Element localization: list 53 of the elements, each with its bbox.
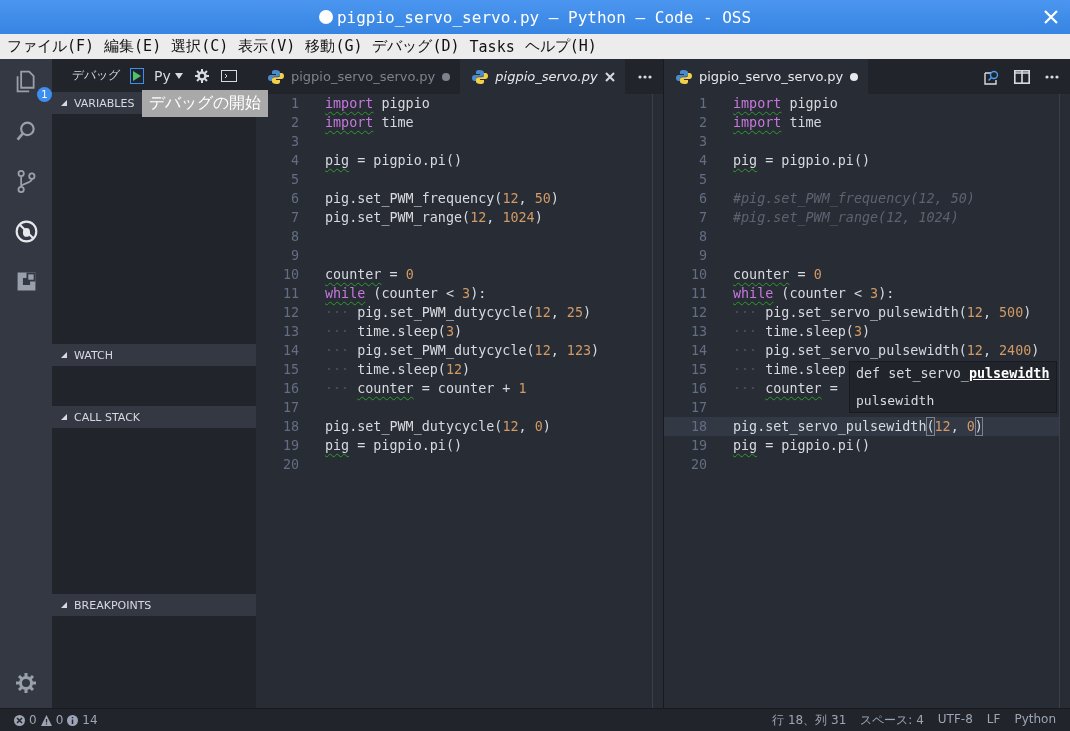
line-number: 2 <box>697 114 708 132</box>
line-number: 15 <box>689 361 708 379</box>
line-number: 20 <box>689 456 708 474</box>
line-number: 1 <box>697 95 708 113</box>
line-number: 7 <box>697 209 708 227</box>
line-number: 19 <box>281 437 300 455</box>
problem-count: 0 <box>55 713 64 727</box>
debug-label: デバッグ <box>72 67 120 84</box>
line-number: 3 <box>289 133 300 151</box>
line-number: 13 <box>281 323 300 341</box>
line-number: 17 <box>689 399 708 417</box>
line-number: 1 <box>289 95 300 113</box>
line-number: 8 <box>289 228 300 246</box>
count-badge: 1 <box>37 87 52 102</box>
hover-doc: pulsewidth <box>856 393 936 408</box>
section-title: VARIABLES <box>74 96 135 110</box>
section-title: WATCH <box>74 348 113 362</box>
line-number: 9 <box>289 247 300 265</box>
line-number: 16 <box>689 380 708 398</box>
line-number: 10 <box>281 266 300 284</box>
line-number: 7 <box>289 209 300 227</box>
tooltip: デバッグの開始 <box>142 90 268 117</box>
line-number: 18 <box>689 418 708 436</box>
line-number: 18 <box>281 418 300 436</box>
line-number: 6 <box>697 190 708 208</box>
line-number: 10 <box>689 266 708 284</box>
line-number: 17 <box>281 399 300 417</box>
line-number: 5 <box>289 171 300 189</box>
line-number: 6 <box>289 190 300 208</box>
hover-signature: def set_servo_pulsewidth <box>856 366 1050 381</box>
line-number: 14 <box>281 342 300 360</box>
window-title: pigpio_servo_servo.py — Python — Code - OSS <box>336 7 752 27</box>
line-number: 11 <box>689 285 708 303</box>
line-number: 15 <box>281 361 300 379</box>
line-number: 12 <box>689 304 708 322</box>
problem-count: 14 <box>82 713 98 727</box>
line-number: 9 <box>697 247 708 265</box>
line-number: 3 <box>697 133 708 151</box>
problem-count: 0 <box>29 713 37 727</box>
section-title: BREAKPOINTS <box>74 598 152 612</box>
line-number: 2 <box>289 114 300 132</box>
line-number: 11 <box>281 285 300 303</box>
line-number: 4 <box>289 152 300 170</box>
line-number: 13 <box>689 323 708 341</box>
line-number: 14 <box>689 342 708 360</box>
line-number: 5 <box>697 171 708 189</box>
section-title: CALL STACK <box>74 410 141 424</box>
line-number: 16 <box>281 380 300 398</box>
line-number: 12 <box>281 304 300 322</box>
line-number: 4 <box>697 152 708 170</box>
line-number: 8 <box>697 228 708 246</box>
line-number: 20 <box>281 456 300 474</box>
line-number: 19 <box>689 437 708 455</box>
